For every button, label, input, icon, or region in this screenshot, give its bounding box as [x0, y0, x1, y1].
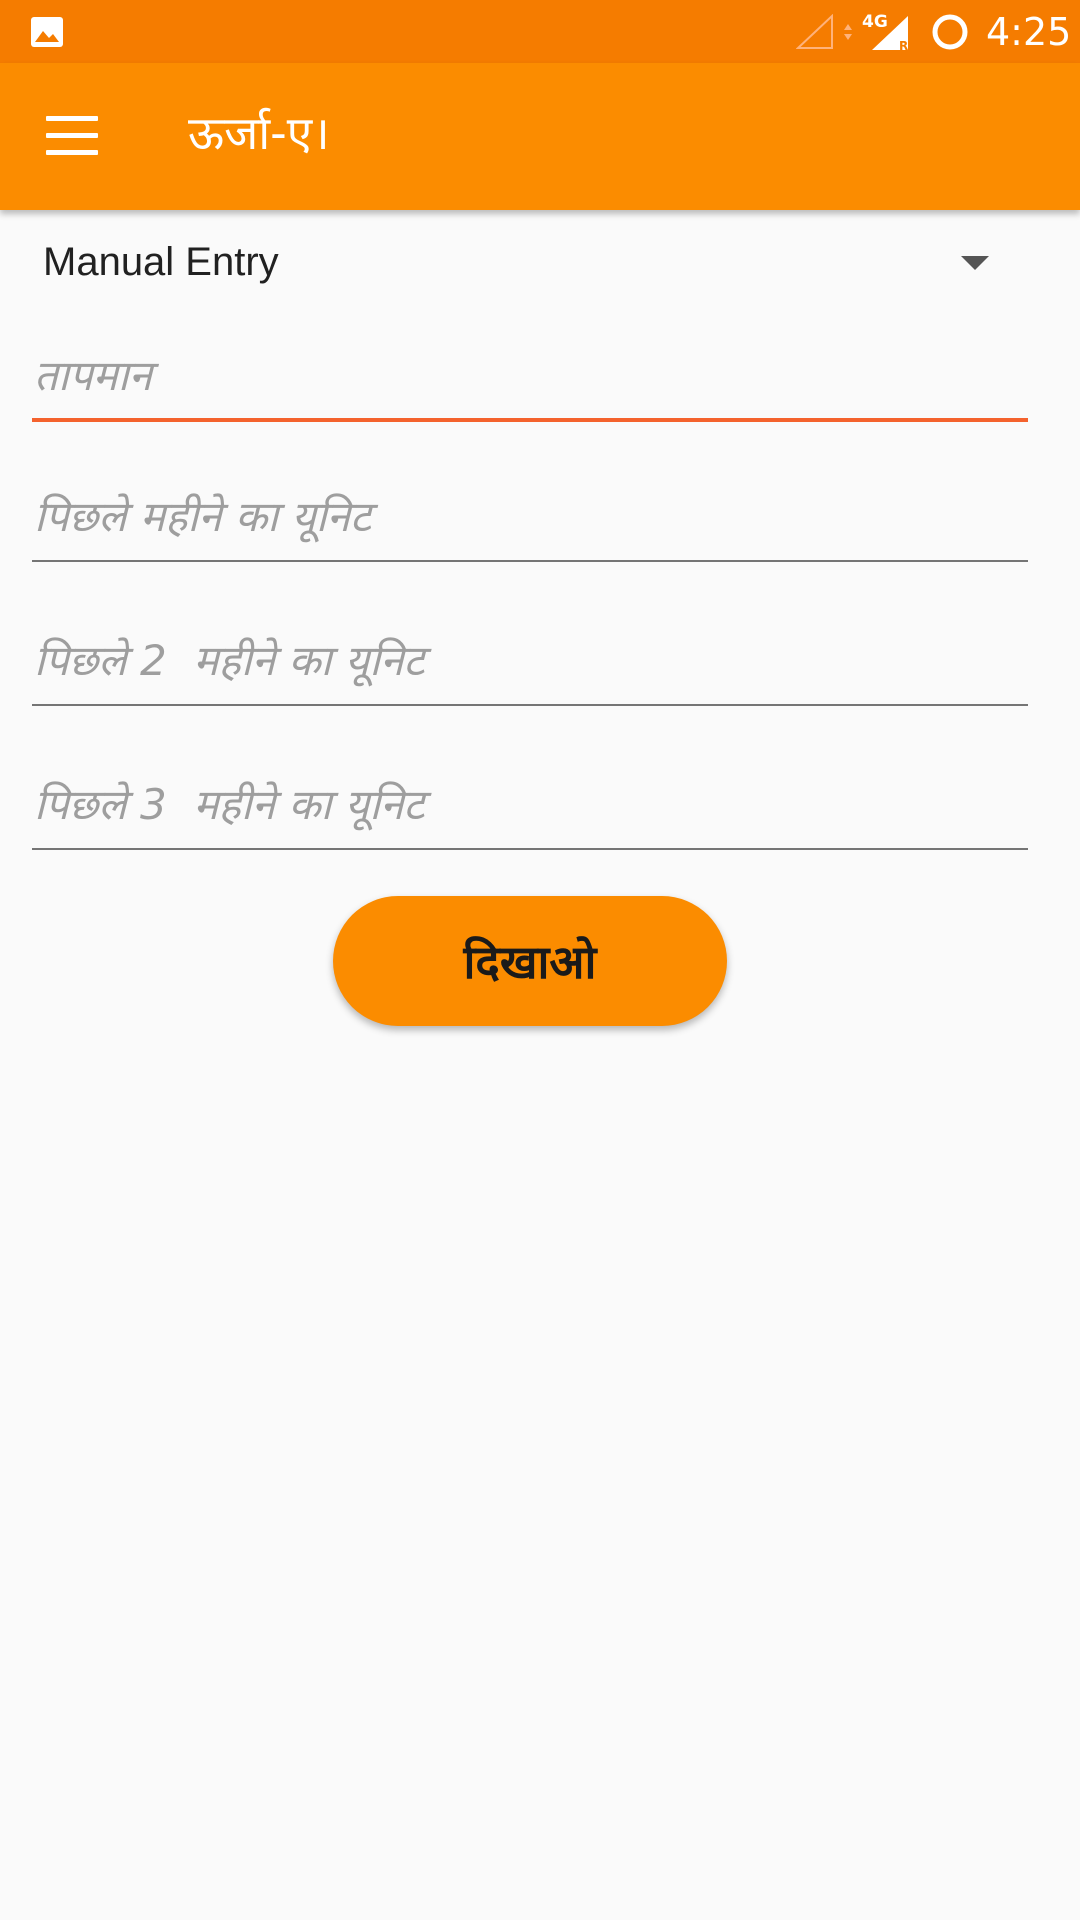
entry-mode-selected-value: Manual Entry [43, 240, 279, 284]
battery-ring-icon [932, 14, 968, 50]
last-month-units-underline [32, 560, 1028, 562]
entry-mode-dropdown[interactable]: Manual Entry [0, 210, 1080, 320]
data-arrows-icon [844, 24, 852, 40]
page-title: ऊर्जा-ए। [188, 106, 330, 160]
last-2-months-units-underline [32, 704, 1028, 706]
last-month-units-field [32, 472, 1028, 572]
app-bar: ऊर्जा-ए। [0, 63, 1080, 210]
hamburger-menu-icon[interactable] [46, 116, 98, 156]
last-2-months-units-field [32, 616, 1028, 716]
signal-empty-icon [796, 14, 833, 49]
gallery-icon [31, 17, 63, 47]
last-2-months-units-input[interactable] [32, 616, 1028, 704]
show-button[interactable]: दिखाओ [333, 896, 727, 1026]
temperature-underline [32, 418, 1028, 422]
temperature-input[interactable] [32, 331, 1028, 419]
temperature-field [32, 331, 1028, 431]
clock: 4:25 [986, 10, 1072, 54]
last-3-months-units-field [32, 760, 1028, 860]
signal-full-icon: R [872, 16, 908, 52]
dropdown-arrow-icon [961, 256, 989, 270]
last-3-months-units-underline [32, 848, 1028, 850]
svg-text:R: R [899, 39, 908, 52]
last-month-units-input[interactable] [32, 472, 1028, 560]
status-bar: 4G R 4:25 [0, 0, 1080, 63]
last-3-months-units-input[interactable] [32, 760, 1028, 848]
